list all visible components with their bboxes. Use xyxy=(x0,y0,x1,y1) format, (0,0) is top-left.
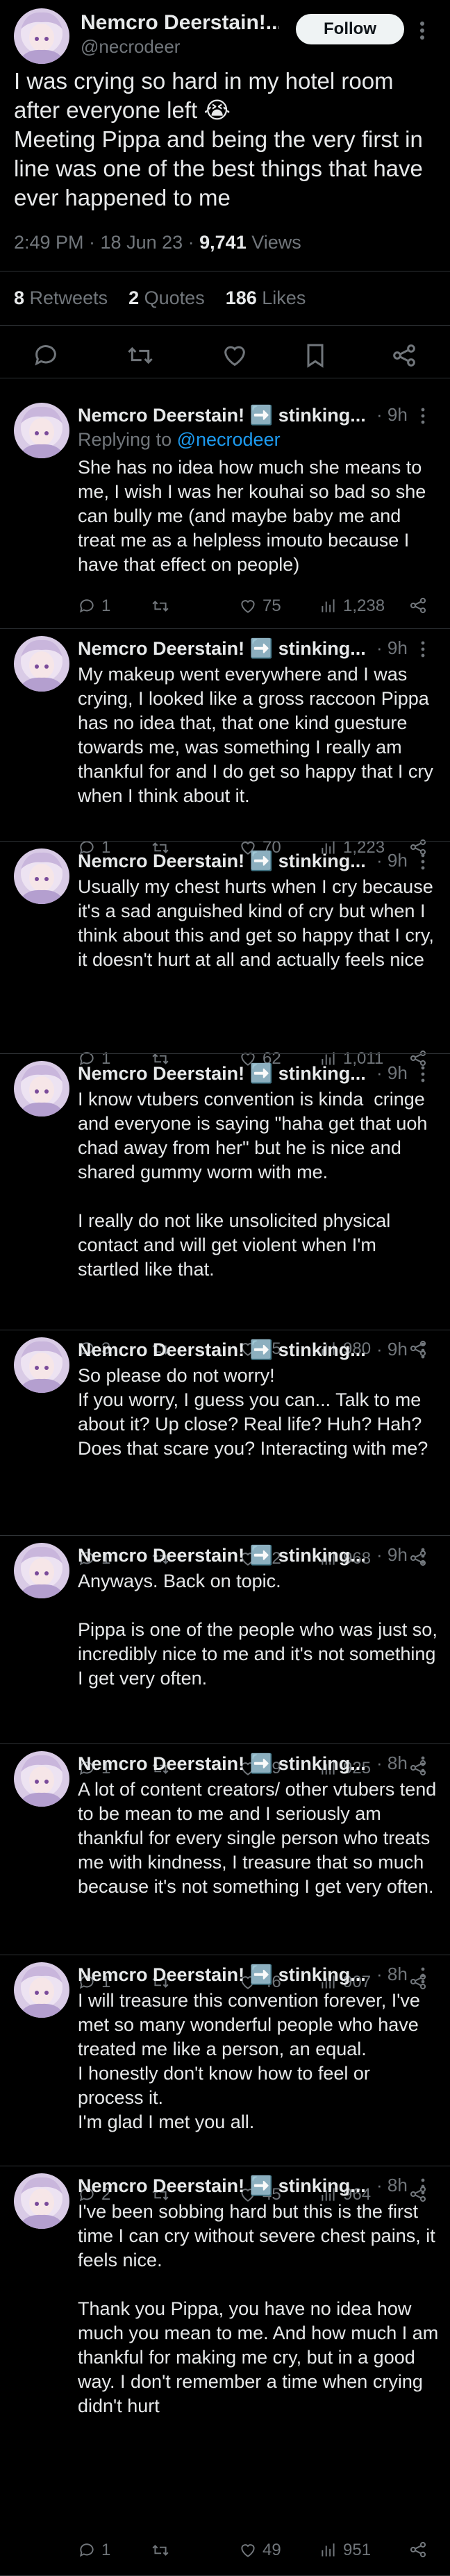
reply-text: I know vtubers convention is kinda cring… xyxy=(78,1089,428,1280)
reply-author-name[interactable]: Nemcro Deerstain! ➡️ stinking... xyxy=(78,1753,366,1775)
reply-text: A lot of content creators/ other vtubers… xyxy=(78,1779,442,1897)
reply-author-name[interactable]: Nemcro Deerstain! ➡️ stinking... xyxy=(78,850,366,872)
reply-author-name[interactable]: Nemcro Deerstain! ➡️ stinking... xyxy=(78,1339,366,1361)
three-dots-icon[interactable] xyxy=(418,1064,428,1085)
reply-author-name[interactable]: Nemcro Deerstain! ➡️ stinking... xyxy=(78,1544,366,1566)
retweet-icon[interactable] xyxy=(151,2541,169,2559)
share-icon[interactable] xyxy=(408,2540,428,2559)
reply-text: My makeup went everywhere and I was cryi… xyxy=(78,664,439,806)
three-dots-icon[interactable] xyxy=(418,1965,428,1986)
replying-to: Replying to @necrodeer xyxy=(78,429,281,450)
reply-tweet[interactable]: Nemcro Deerstain! ➡️ stinking... · 9h So p… xyxy=(0,1330,450,1568)
reply-tweet[interactable]: Nemcro Deerstain! ➡️ stinking... · 9h My m… xyxy=(0,629,450,857)
reply-time[interactable]: · 8h xyxy=(376,1964,408,1985)
tweet-meta: 2:49 PM · 18 Jun 23 · 9,741 Views xyxy=(14,232,301,253)
retweet-icon[interactable] xyxy=(151,597,169,615)
action-bar xyxy=(0,331,450,380)
like-icon[interactable] xyxy=(221,342,249,369)
reply-text: I've been sobbing hard but this is the f… xyxy=(78,2201,439,2416)
likes-stat[interactable]: 186 Likes xyxy=(226,287,306,308)
bar-chart-icon[interactable] xyxy=(319,2541,338,2559)
heart-icon[interactable] xyxy=(239,2541,257,2559)
reply-count[interactable]: 1 xyxy=(78,2540,110,2561)
reply-text: I will treasure this convention forever,… xyxy=(78,1990,420,2132)
retweets-stat[interactable]: 8 Retweets xyxy=(14,287,108,308)
main-tweet: Nemcro Deerstain!... @necrodeer Follow I… xyxy=(0,0,450,378)
reply-time[interactable]: · 9h xyxy=(376,850,408,871)
avatar[interactable] xyxy=(14,848,69,904)
author-name[interactable]: Nemcro Deerstain!... xyxy=(81,11,279,35)
heart-icon[interactable] xyxy=(239,597,257,615)
like-count[interactable]: 49 xyxy=(239,2540,281,2561)
reply-author-name[interactable]: Nemcro Deerstain! ➡️ stinking... xyxy=(78,1964,366,1986)
share-icon[interactable] xyxy=(408,596,428,615)
reply-tweet[interactable]: Nemcro Deerstain! ➡️ stinking... · 8h A lo… xyxy=(0,1744,450,1991)
reply-icon[interactable] xyxy=(78,597,96,615)
reply-time[interactable]: · 9h xyxy=(376,1339,408,1360)
retweet-count[interactable] xyxy=(151,2540,175,2561)
tweet-text: I was crying so hard in my hotel room af… xyxy=(14,68,423,210)
three-dots-icon[interactable] xyxy=(418,851,428,872)
engagement-stats: 8 Retweets 2 Quotes 186 Likes xyxy=(14,287,306,309)
reply-tweet[interactable]: Nemcro Deerstain! ➡️ stinking... · 9h I kn… xyxy=(0,1054,450,1358)
reply-time[interactable]: · 8h xyxy=(376,1753,408,1774)
avatar[interactable] xyxy=(14,2173,69,2229)
reply-icon[interactable] xyxy=(78,2541,96,2559)
divider xyxy=(0,325,450,326)
avatar[interactable] xyxy=(14,1337,69,1393)
avatar[interactable] xyxy=(14,1962,69,2018)
views-count: 9,741 xyxy=(199,232,247,253)
avatar[interactable] xyxy=(14,8,69,64)
reply-text: Anyways. Back on topic. Pippa is one of … xyxy=(78,1571,438,1689)
reply-tweet[interactable]: Nemcro Deerstain! ➡️ stinking... · 8h I've… xyxy=(0,2166,450,2576)
three-dots-icon[interactable] xyxy=(418,1754,428,1775)
timestamp[interactable]: 2:49 PM · 18 Jun 23 · xyxy=(14,232,199,253)
retweet-icon[interactable] xyxy=(126,342,154,369)
three-dots-icon[interactable] xyxy=(418,2176,428,2197)
reply-author-name[interactable]: Nemcro Deerstain! ➡️ stinking... xyxy=(78,2175,366,2197)
three-dots-icon[interactable] xyxy=(418,1340,428,1361)
three-dots-icon[interactable] xyxy=(418,1546,428,1566)
reply-count[interactable]: 1 xyxy=(78,596,110,617)
avatar[interactable] xyxy=(14,636,69,692)
reply-text: Usually my chest hurts when I cry becaus… xyxy=(78,876,440,970)
share-icon[interactable] xyxy=(390,342,418,369)
view-count[interactable]: 1,238 xyxy=(319,596,385,617)
reply-author-name[interactable]: Nemcro Deerstain! ➡️ stinking... xyxy=(78,1062,366,1085)
like-count[interactable]: 75 xyxy=(239,596,281,617)
reply-time[interactable]: · 9h xyxy=(376,1062,408,1084)
views-label: Views xyxy=(246,232,301,253)
avatar[interactable] xyxy=(14,1751,69,1807)
reply-tweet[interactable]: Nemcro Deerstain! ➡️ stinking... · 9h Usua… xyxy=(0,842,450,1068)
replying-to-handle[interactable]: @necrodeer xyxy=(177,429,281,450)
quotes-stat[interactable]: 2 Quotes xyxy=(128,287,205,308)
reply-text: So please do not worry! If you worry, I … xyxy=(78,1365,428,1459)
author-handle[interactable]: @necrodeer xyxy=(81,36,180,58)
reply-icon[interactable] xyxy=(32,342,60,369)
bookmark-icon[interactable] xyxy=(301,342,329,369)
bar-chart-icon[interactable] xyxy=(319,597,338,615)
reply-text: She has no idea how much she means to me… xyxy=(78,457,431,575)
reply-time[interactable]: · 9h xyxy=(376,404,408,426)
three-dots-icon[interactable] xyxy=(419,17,425,44)
three-dots-icon[interactable] xyxy=(418,405,428,426)
reply-author-name[interactable]: Nemcro Deerstain! ➡️ stinking... xyxy=(78,404,366,426)
avatar[interactable] xyxy=(14,1061,69,1116)
view-count[interactable]: 951 xyxy=(319,2540,371,2561)
avatar[interactable] xyxy=(14,403,69,458)
reply-tweet[interactable]: Nemcro Deerstain! ➡️ stinking... · 9h Anyw… xyxy=(0,1536,450,1778)
retweet-count[interactable] xyxy=(151,596,175,617)
reply-time[interactable]: · 8h xyxy=(376,2175,408,2196)
follow-button[interactable]: Follow xyxy=(296,14,404,44)
avatar[interactable] xyxy=(14,1543,69,1598)
reply-time[interactable]: · 9h xyxy=(376,637,408,659)
reply-time[interactable]: · 9h xyxy=(376,1544,408,1566)
three-dots-icon[interactable] xyxy=(418,639,428,660)
reply-author-name[interactable]: Nemcro Deerstain! ➡️ stinking... xyxy=(78,637,366,660)
reply-tweet[interactable]: Nemcro Deerstain! ➡️ stinking... · 8h I wi… xyxy=(0,1955,450,2204)
reply-tweet[interactable]: Nemcro Deerstain! ➡️ stinking... · 9h Repl… xyxy=(0,396,450,629)
